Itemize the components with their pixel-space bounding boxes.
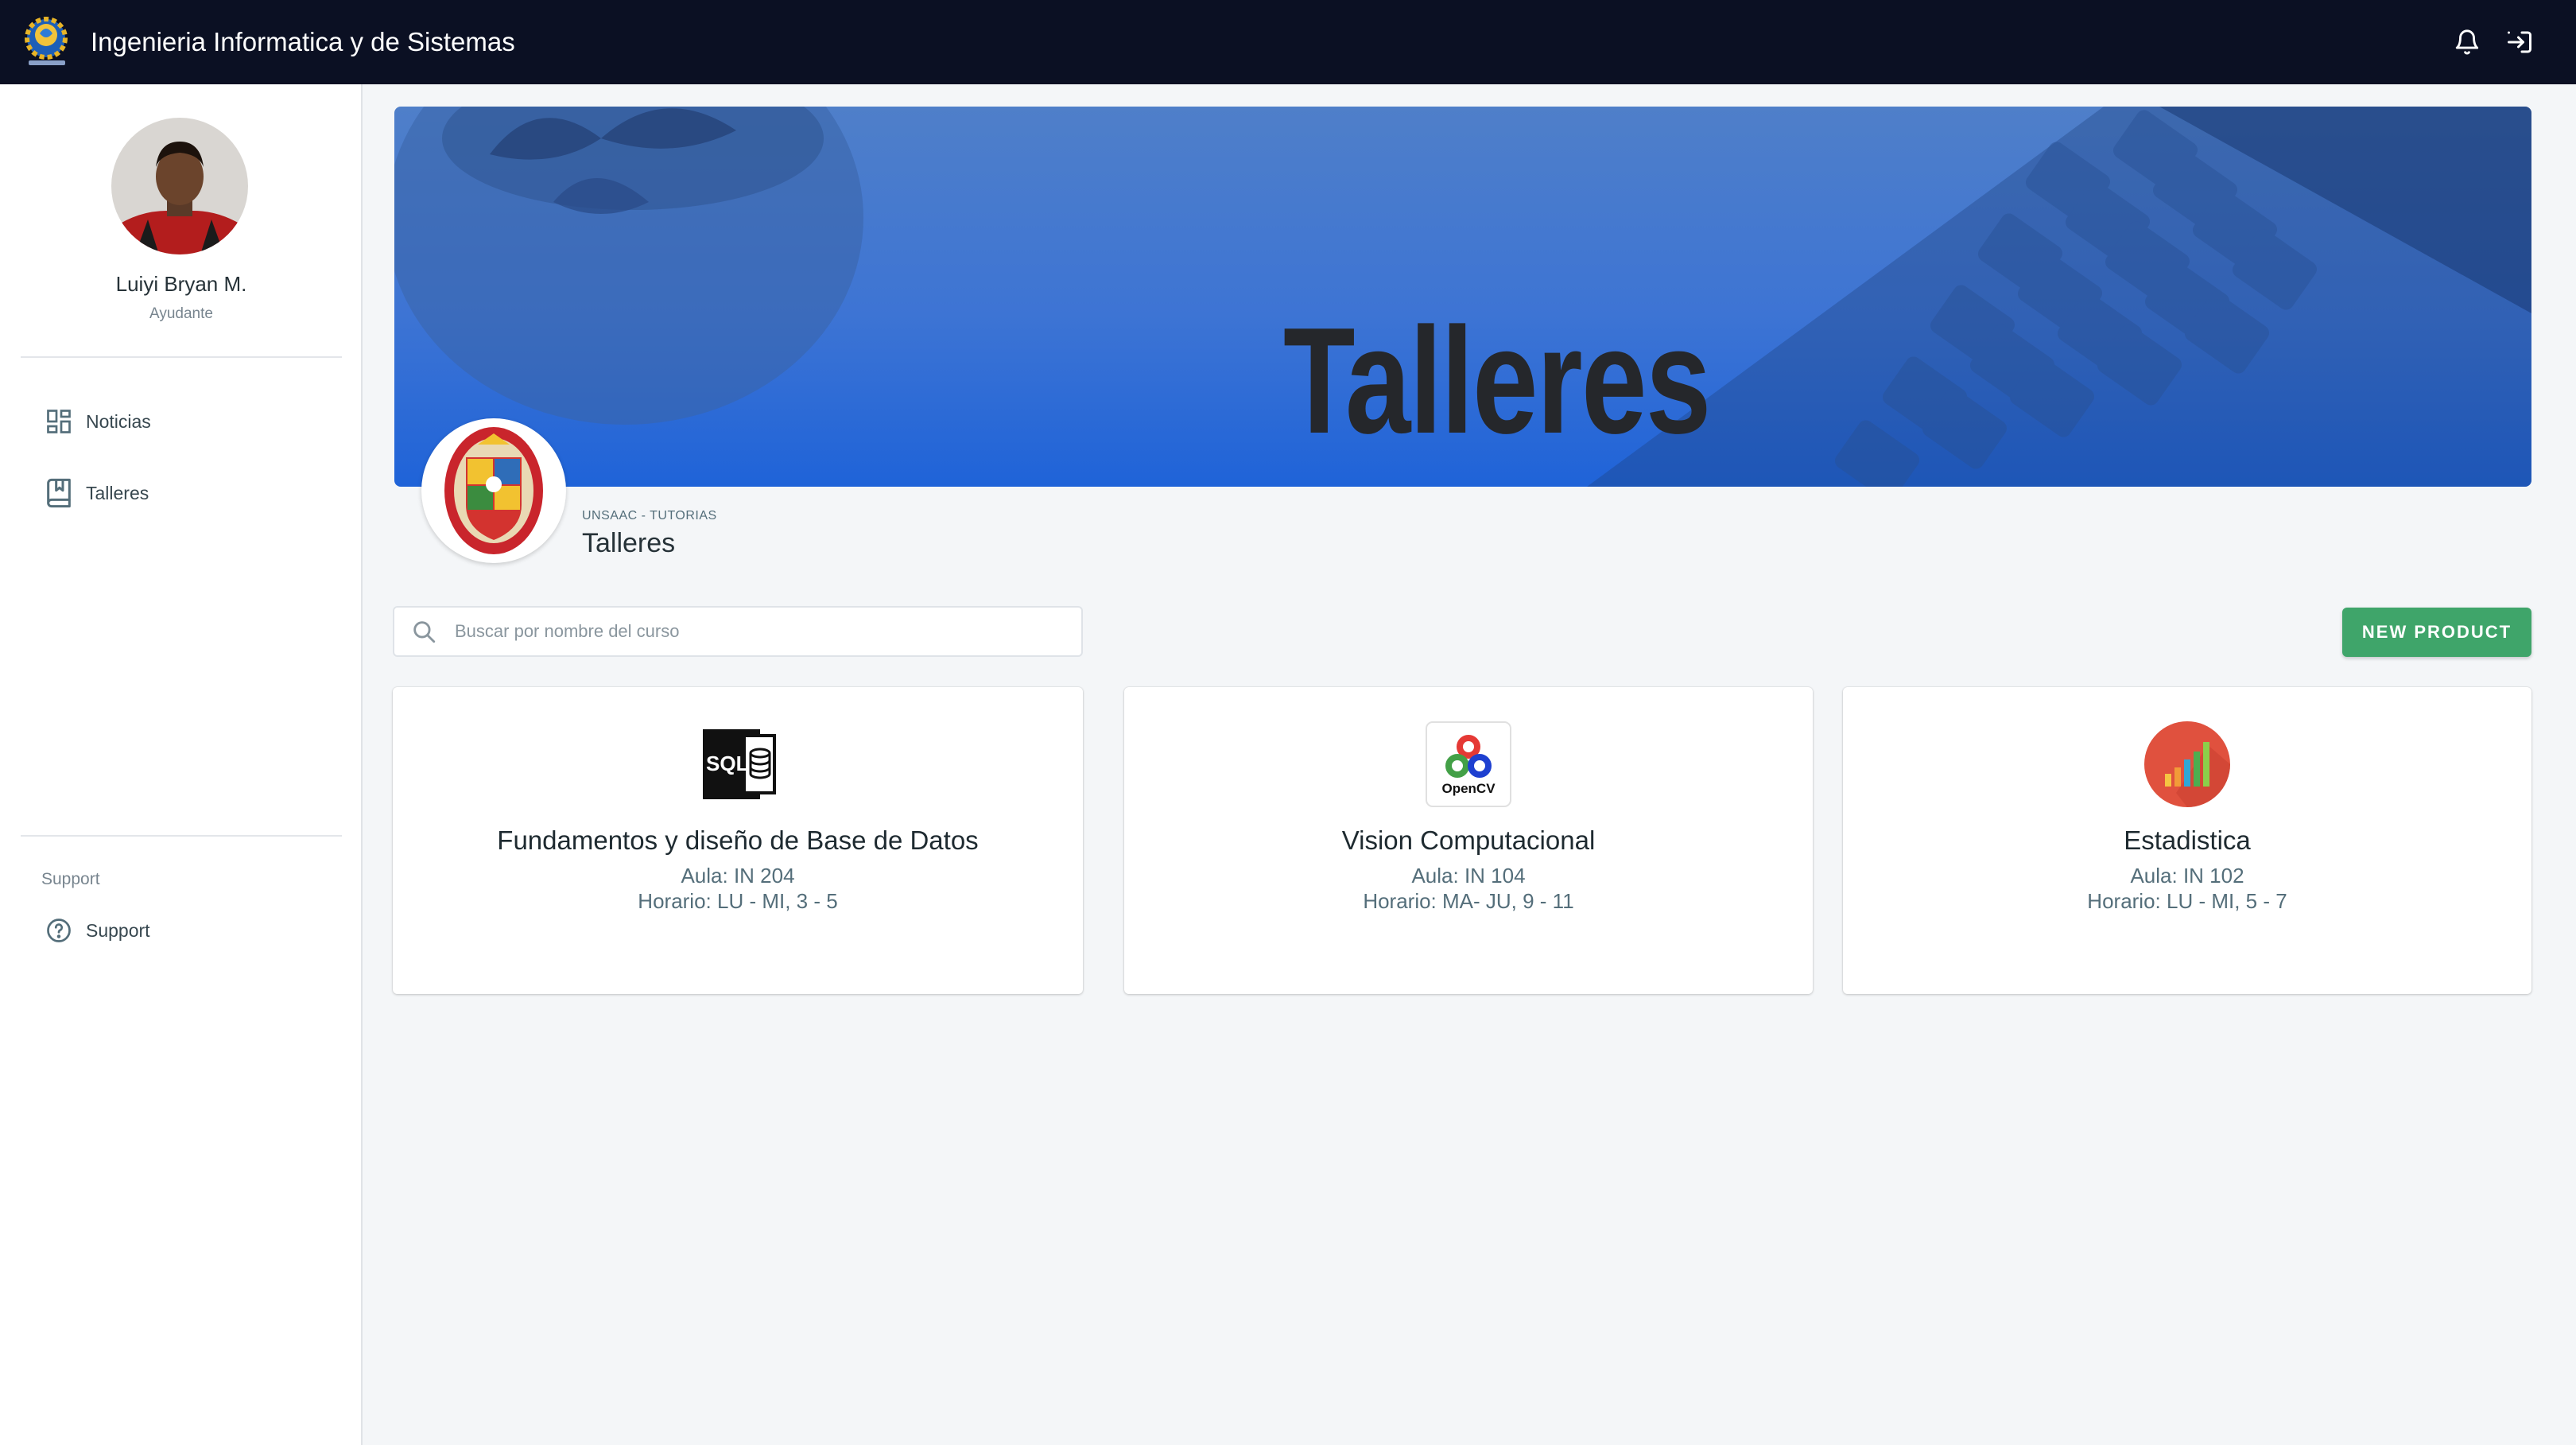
opencv-logo-text: OpenCV xyxy=(1441,781,1496,796)
course-schedule: Horario: MA- JU, 9 - 11 xyxy=(1363,889,1574,913)
course-schedule: Horario: LU - MI, 3 - 5 xyxy=(638,889,838,913)
course-schedule: Horario: LU - MI, 5 - 7 xyxy=(2087,889,2287,913)
course-card[interactable]: Estadistica Aula: IN 102 Horario: LU - M… xyxy=(1843,687,2531,994)
book-icon xyxy=(40,474,78,512)
svg-text:SQL: SQL xyxy=(706,752,749,775)
sidebar-divider xyxy=(21,835,342,837)
bar-chart-icon xyxy=(2143,721,2231,808)
help-circle-icon xyxy=(40,911,78,950)
course-title: Estadistica xyxy=(2124,825,2251,855)
course-card[interactable]: SQL Fundamentos y diseño de Base de Dato… xyxy=(393,687,1083,994)
user-name: Luiyi Bryan M. xyxy=(115,272,247,296)
course-room: Aula: IN 102 xyxy=(2130,864,2244,888)
search-box[interactable] xyxy=(393,606,1083,657)
page-overline: UNSAAC - TUTORIAS xyxy=(582,509,717,522)
university-logo[interactable] xyxy=(22,11,72,73)
search-input[interactable] xyxy=(455,621,1059,642)
app-title: Ingenieria Informatica y de Sistemas xyxy=(91,27,515,56)
sidebar-item-label: Noticias xyxy=(86,410,151,432)
sidebar-item-label: Support xyxy=(86,919,150,941)
sidebar: Luiyi Bryan M. Ayudante Noticias Tallere… xyxy=(0,84,363,1445)
top-app-bar: Ingenieria Informatica y de Sistemas xyxy=(0,0,2576,84)
sidebar-item-talleres[interactable]: Talleres xyxy=(40,469,342,517)
dashboard-icon xyxy=(40,402,78,441)
sidebar-divider xyxy=(21,356,342,358)
sql-database-icon: SQL xyxy=(694,721,782,808)
user-role: Ayudante xyxy=(149,305,213,322)
logout-icon[interactable] xyxy=(2503,25,2536,59)
cover-banner: Talleres xyxy=(394,107,2531,487)
page-title: Talleres xyxy=(582,528,676,558)
avatar[interactable] xyxy=(111,118,248,254)
unsaac-emblem xyxy=(421,418,566,563)
course-room: Aula: IN 104 xyxy=(1411,864,1526,888)
sidebar-item-label: Talleres xyxy=(86,482,149,503)
course-title: Vision Computacional xyxy=(1341,825,1596,855)
sidebar-item-support[interactable]: Support xyxy=(40,907,342,954)
course-room: Aula: IN 204 xyxy=(681,864,795,888)
new-product-button[interactable]: NEW PRODUCT xyxy=(2342,608,2531,657)
banner-title: Talleres xyxy=(1283,297,1711,465)
opencv-logo: OpenCV xyxy=(1425,721,1512,808)
course-card[interactable]: OpenCV Vision Computacional Aula: IN 104… xyxy=(1124,687,1813,994)
support-section-heading: Support xyxy=(41,870,100,888)
course-title: Fundamentos y diseño de Base de Datos xyxy=(497,825,979,855)
bell-icon[interactable] xyxy=(2450,25,2484,59)
search-icon xyxy=(410,618,437,645)
sidebar-item-noticias[interactable]: Noticias xyxy=(40,398,342,445)
